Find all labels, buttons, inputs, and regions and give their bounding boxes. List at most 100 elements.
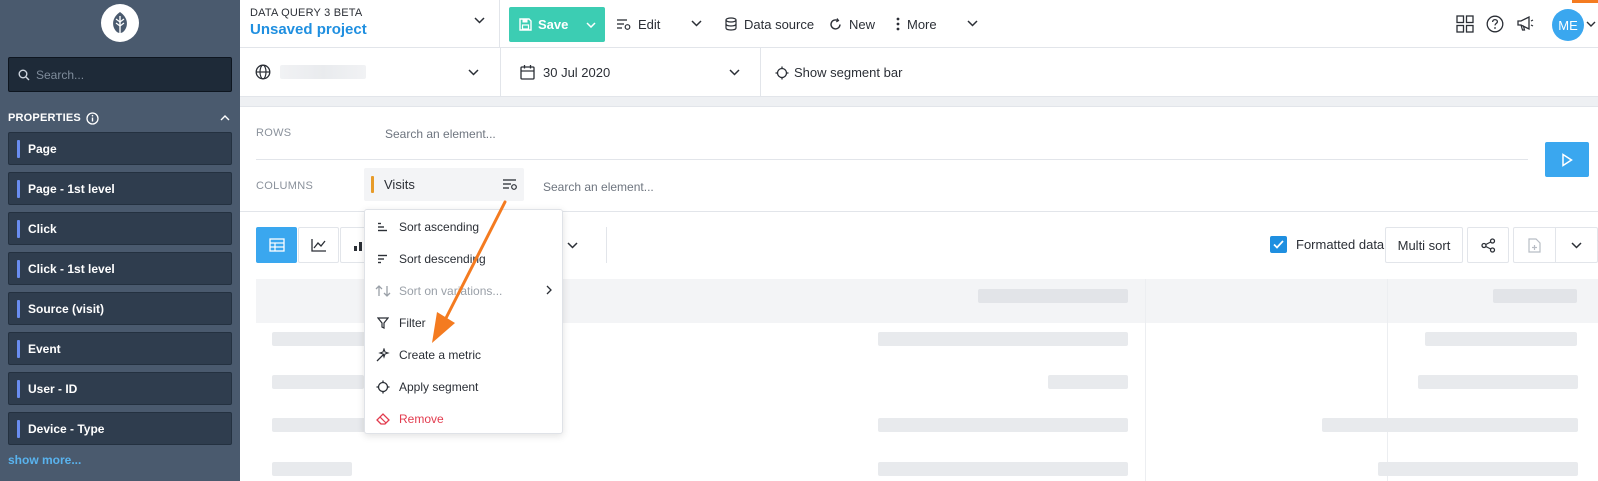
user-avatar[interactable]: ME xyxy=(1552,9,1584,41)
data-source-label: Data source xyxy=(744,16,815,32)
sort-variations-icon xyxy=(375,285,391,297)
column-chip-visits[interactable]: Visits xyxy=(364,168,524,201)
chevron-down-icon[interactable] xyxy=(967,20,978,27)
calendar-icon[interactable] xyxy=(520,64,535,80)
globe-icon[interactable] xyxy=(255,64,271,80)
menu-item-sort-ascending[interactable]: Sort ascending xyxy=(365,213,562,241)
chevron-down-icon[interactable] xyxy=(729,69,740,76)
chevron-down-icon[interactable] xyxy=(1586,21,1596,27)
menu-item-label: Sort descending xyxy=(399,252,486,266)
project-title[interactable]: Unsaved project xyxy=(250,21,367,38)
sidebar-item-user-id[interactable]: User - ID xyxy=(8,372,232,405)
sidebar-item-device-type[interactable]: Device - Type xyxy=(8,412,232,445)
accent-tab xyxy=(1572,0,1598,3)
skeleton-bar xyxy=(878,332,1128,346)
new-button[interactable]: New xyxy=(829,15,875,33)
more-menu[interactable]: More xyxy=(896,15,937,33)
info-icon[interactable] xyxy=(86,111,99,125)
app-logo[interactable] xyxy=(101,4,139,42)
sidebar-item-click-1st-level[interactable]: Click - 1st level xyxy=(8,252,232,285)
more-label: More xyxy=(907,16,937,32)
menu-item-create-metric[interactable]: Create a metric xyxy=(365,341,562,369)
site-selector-value[interactable] xyxy=(280,65,366,79)
divider xyxy=(760,48,761,97)
sidebar-item-event[interactable]: Event xyxy=(8,332,232,365)
skeleton-bar xyxy=(1425,332,1577,346)
multi-sort-label: Multi sort xyxy=(1397,237,1451,253)
table-view-button[interactable] xyxy=(256,227,297,263)
sidebar-search-input[interactable] xyxy=(36,67,216,82)
skeleton-bar xyxy=(272,332,368,346)
sidebar-search[interactable] xyxy=(8,57,232,92)
top-bar: DATA QUERY 3 BETA Unsaved project Save E… xyxy=(240,0,1598,48)
columns-label: COLUMNS xyxy=(256,180,314,192)
sidebar-item-click[interactable]: Click xyxy=(8,212,232,245)
sidebar-item-label: Page xyxy=(28,141,57,156)
divider xyxy=(500,48,501,97)
sidebar-item-label: Click xyxy=(28,221,57,236)
skeleton-bar xyxy=(1418,375,1578,389)
save-main[interactable]: Save xyxy=(509,17,577,32)
run-query-button[interactable] xyxy=(1545,142,1589,177)
rows-search-input[interactable]: Search an element... xyxy=(385,127,496,141)
chevron-down-icon[interactable] xyxy=(468,69,479,76)
edit-menu[interactable]: Edit xyxy=(616,15,660,33)
menu-item-filter[interactable]: Filter xyxy=(365,309,562,337)
share-button[interactable] xyxy=(1467,227,1509,263)
chevron-up-icon[interactable] xyxy=(220,115,230,121)
megaphone-icon[interactable] xyxy=(1516,15,1534,32)
menu-item-sort-on-variations[interactable]: Sort on variations... xyxy=(365,277,562,305)
database-icon xyxy=(725,17,737,31)
create-metric-icon xyxy=(376,348,390,362)
chevron-down-icon xyxy=(1571,241,1582,249)
sidebar-item-page[interactable]: Page xyxy=(8,132,232,165)
menu-item-label: Filter xyxy=(399,316,426,330)
sidebar-item-label: Device - Type xyxy=(28,421,105,436)
date-range[interactable]: 30 Jul 2020 xyxy=(543,65,610,80)
menu-item-label: Create a metric xyxy=(399,348,482,362)
line-chart-view-button[interactable] xyxy=(298,227,339,263)
menu-item-sort-descending[interactable]: Sort descending xyxy=(365,245,562,273)
show-segment-bar-button[interactable]: Show segment bar xyxy=(775,65,902,80)
edit-icon xyxy=(617,19,631,30)
chevron-down-icon[interactable] xyxy=(691,20,702,27)
chevron-down-icon[interactable] xyxy=(474,17,485,24)
skeleton-bar xyxy=(878,462,1128,476)
multi-sort-button[interactable]: Multi sort xyxy=(1385,227,1463,263)
table-icon xyxy=(268,238,285,252)
export-options[interactable] xyxy=(1556,241,1597,249)
rows-underline xyxy=(256,159,1528,160)
sidebar-item-source-visit[interactable]: Source (visit) xyxy=(8,292,232,325)
save-button[interactable]: Save xyxy=(509,7,605,42)
formatted-data-checkbox[interactable] xyxy=(1270,236,1287,253)
export-button[interactable] xyxy=(1514,237,1555,253)
properties-title: PROPERTIES xyxy=(8,112,81,124)
properties-header[interactable]: PROPERTIES xyxy=(8,110,232,126)
columns-search-input[interactable]: Search an element... xyxy=(543,180,654,194)
column-settings-icon[interactable] xyxy=(502,177,518,191)
menu-item-remove[interactable]: Remove xyxy=(365,405,562,433)
show-more-link[interactable]: show more... xyxy=(8,453,81,467)
save-options[interactable] xyxy=(577,7,605,42)
formatted-data-toggle[interactable]: Formatted data xyxy=(1270,236,1384,253)
data-source-button[interactable]: Data source xyxy=(725,15,814,33)
menu-item-apply-segment[interactable]: Apply segment xyxy=(365,373,562,401)
help-icon[interactable] xyxy=(1486,15,1504,33)
apps-grid-icon[interactable] xyxy=(1456,15,1474,33)
skeleton-bar xyxy=(272,375,364,389)
sort-descending-icon xyxy=(378,254,387,264)
edit-label: Edit xyxy=(638,16,661,32)
eraser-icon xyxy=(376,413,390,425)
show-segment-bar-label: Show segment bar xyxy=(794,65,903,80)
sidebar: PROPERTIES Page Page - 1st level Click C… xyxy=(0,0,240,481)
export-group xyxy=(1513,227,1598,263)
sidebar-item-page-1st-level[interactable]: Page - 1st level xyxy=(8,172,232,205)
project-subtitle: DATA QUERY 3 BETA xyxy=(250,7,363,19)
sidebar-item-label: Page - 1st level xyxy=(28,181,115,196)
project-selector[interactable]: DATA QUERY 3 BETA Unsaved project xyxy=(250,7,367,38)
column-separator xyxy=(1145,279,1146,481)
column-separator xyxy=(1387,279,1388,481)
save-label: Save xyxy=(538,17,569,32)
chevron-down-icon[interactable] xyxy=(567,242,578,249)
sidebar-item-label: User - ID xyxy=(28,381,78,396)
